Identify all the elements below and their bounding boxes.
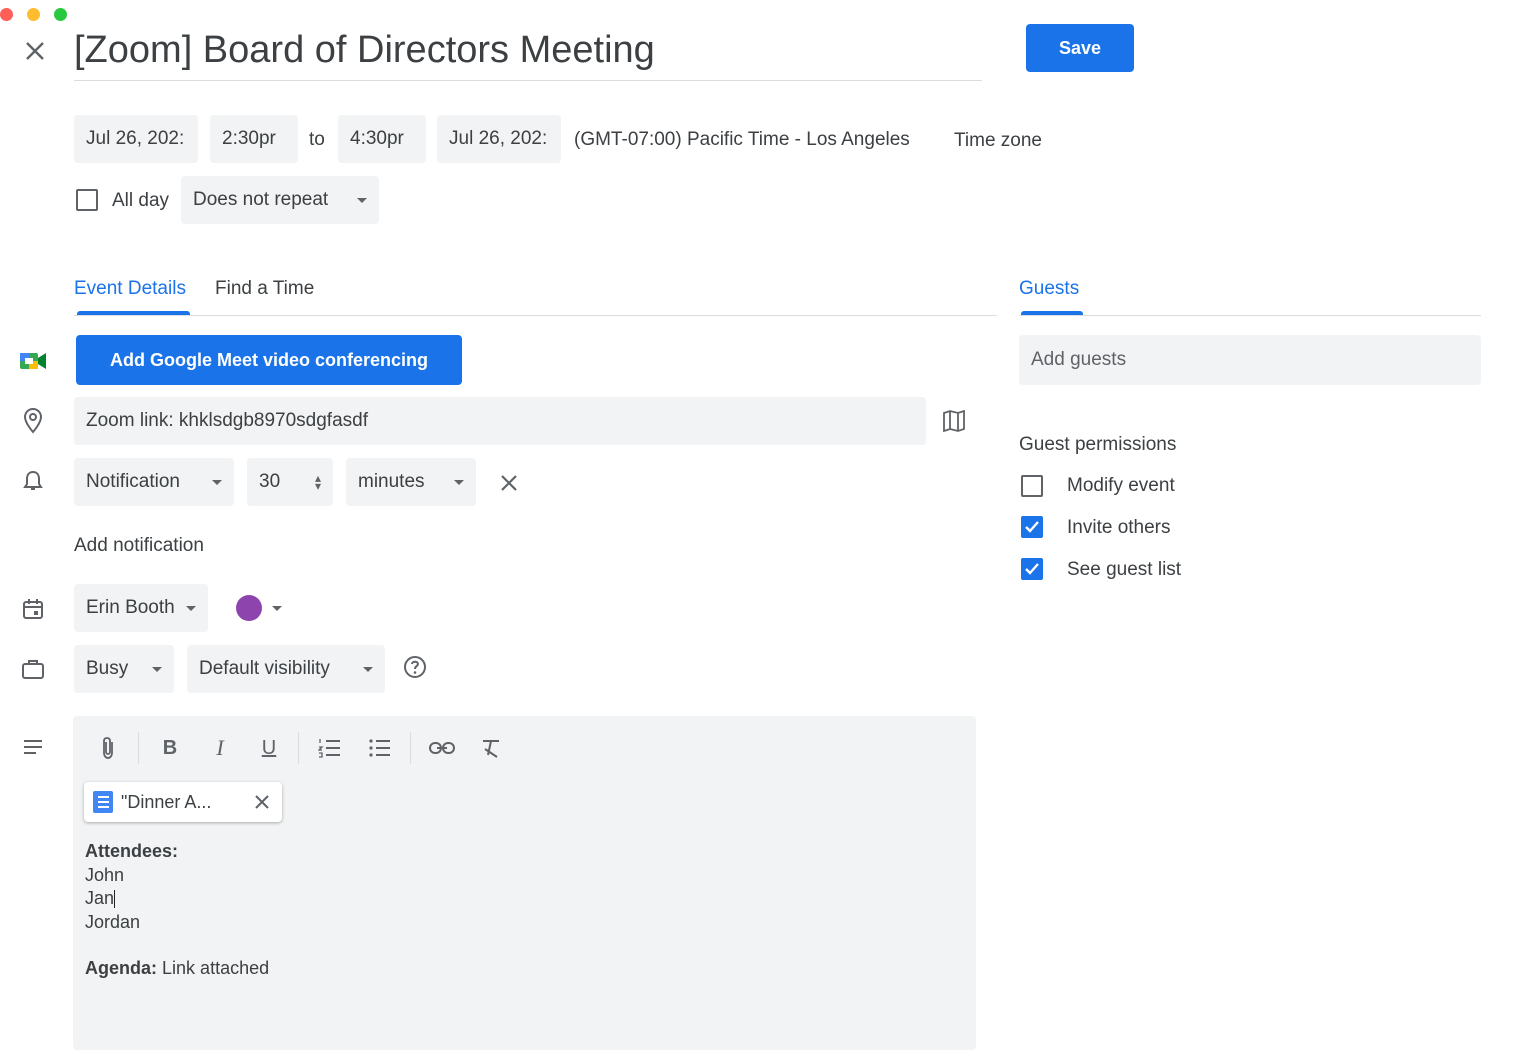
see-guest-list-checkbox[interactable] <box>1021 558 1043 580</box>
event-title: [Zoom] Board of Directors Meeting <box>74 29 655 71</box>
calendar-icon <box>18 594 48 624</box>
notification-amount: 30 <box>259 471 281 492</box>
underline-icon[interactable]: U <box>253 732 285 764</box>
color-swatch <box>236 595 262 621</box>
attendee-name: Jan <box>85 888 115 908</box>
notification-unit: minutes <box>358 471 425 492</box>
modify-event-checkbox[interactable] <box>1021 475 1043 497</box>
repeat-select[interactable]: Does not repeat <box>181 176 379 224</box>
location-input[interactable]: Zoom link: khklsdgb8970sdgfasdf <box>74 397 926 445</box>
notification-amount-stepper[interactable]: 30 ▴ ▾ <box>247 458 333 506</box>
repeat-value: Does not repeat <box>193 189 329 210</box>
chevron-down-icon <box>454 479 464 485</box>
google-docs-icon <box>93 791 113 813</box>
window-close-dot[interactable] <box>0 8 13 21</box>
see-guest-list-label: See guest list <box>1067 559 1182 580</box>
numbered-list-icon[interactable] <box>314 732 346 764</box>
description-icon <box>18 733 48 761</box>
toolbar-separator <box>410 732 411 764</box>
remove-attachment-icon[interactable] <box>254 794 270 810</box>
tab-guests[interactable]: Guests <box>1019 278 1079 300</box>
timezone-text: (GMT-07:00) Pacific Time - Los Angeles <box>574 129 910 150</box>
end-date: Jul 26, 202: <box>449 128 548 149</box>
toolbar-separator <box>298 732 299 764</box>
map-icon[interactable] <box>940 408 968 434</box>
remove-notification-icon[interactable] <box>496 470 522 496</box>
description-text: Attendees: John Jan Jordan Agenda: Link … <box>85 841 270 978</box>
bold-icon[interactable]: B <box>154 732 186 764</box>
start-date: Jul 26, 202: <box>86 128 185 149</box>
start-date-field[interactable]: Jul 26, 202: <box>74 115 198 163</box>
all-day-label: All day <box>112 190 170 211</box>
tab-find-a-time[interactable]: Find a Time <box>215 278 314 300</box>
guests-divider <box>1019 315 1481 316</box>
invite-others-checkbox[interactable] <box>1021 516 1043 538</box>
start-time-field[interactable]: 2:30pr <box>210 115 298 163</box>
add-meet-button[interactable]: Add Google Meet video conferencing <box>76 335 462 385</box>
all-day-checkbox[interactable] <box>76 189 98 211</box>
toolbar-separator <box>138 732 139 764</box>
chevron-down-icon <box>186 605 196 611</box>
chevron-down-icon <box>272 605 282 611</box>
add-notification-link[interactable]: Add notification <box>74 535 204 557</box>
attendee-name: Jordan <box>85 911 141 932</box>
stepper-arrows-icon[interactable]: ▴ ▾ <box>315 472 321 492</box>
agenda-label: Agenda <box>85 958 152 978</box>
end-date-field[interactable]: Jul 26, 202: <box>437 115 561 163</box>
clear-formatting-icon[interactable] <box>475 732 507 764</box>
event-title-input[interactable]: [Zoom] Board of Directors Meeting <box>74 22 982 81</box>
attendee-name: John <box>85 864 125 885</box>
invite-others-label: Invite others <box>1067 517 1171 538</box>
event-color-picker[interactable] <box>236 594 288 622</box>
window-zoom-dot[interactable] <box>54 8 67 21</box>
notification-type-select[interactable]: Notification <box>74 458 234 506</box>
visibility-value: Default visibility <box>199 658 330 679</box>
chevron-down-icon <box>152 666 162 672</box>
end-time-field[interactable]: 4:30pr <box>338 115 426 163</box>
modify-event-label: Modify event <box>1067 475 1175 496</box>
busy-value: Busy <box>86 658 129 679</box>
notification-type: Notification <box>86 471 180 492</box>
guest-permissions-heading: Guest permissions <box>1019 434 1177 455</box>
text-cursor <box>114 890 116 909</box>
timezone-link[interactable]: Time zone <box>954 130 1042 152</box>
bulleted-list-icon[interactable] <box>364 732 396 764</box>
attachment-chip[interactable]: "Dinner A... <box>84 782 282 822</box>
agenda-value: Link attached <box>162 958 270 978</box>
attendees-label: Attendees <box>85 841 173 861</box>
calendar-owner: Erin Booth <box>86 597 175 618</box>
help-icon[interactable] <box>401 653 429 681</box>
google-meet-icon <box>18 346 48 376</box>
visibility-select[interactable]: Default visibility <box>187 645 385 693</box>
bell-icon <box>18 466 48 496</box>
to-label: to <box>309 129 325 150</box>
add-meet-label: Add Google Meet video conferencing <box>109 349 429 370</box>
notification-unit-select[interactable]: minutes <box>346 458 476 506</box>
add-guests-placeholder: Add guests <box>1031 349 1127 370</box>
chevron-down-icon <box>363 666 373 672</box>
attachment-name: "Dinner A... <box>121 791 212 812</box>
close-icon[interactable] <box>20 36 50 66</box>
add-guests-input[interactable]: Add guests <box>1019 335 1481 385</box>
window-minimize-dot[interactable] <box>27 8 40 21</box>
tabs-divider <box>74 315 997 316</box>
end-time: 4:30pr <box>350 128 404 149</box>
link-icon[interactable] <box>426 732 458 764</box>
start-time: 2:30pr <box>222 128 276 149</box>
briefcase-icon <box>18 654 48 684</box>
save-button[interactable]: Save <box>1026 24 1134 72</box>
tab-event-details[interactable]: Event Details <box>74 278 186 300</box>
calendar-owner-select[interactable]: Erin Booth <box>74 584 208 632</box>
location-pin-icon <box>18 405 48 437</box>
chevron-down-icon <box>357 197 367 203</box>
italic-icon[interactable]: I <box>204 732 236 764</box>
location-value: Zoom link: khklsdgb8970sdgfasdf <box>86 410 368 431</box>
chevron-down-icon <box>212 479 222 485</box>
attach-icon[interactable] <box>92 732 124 764</box>
busy-select[interactable]: Busy <box>74 645 174 693</box>
save-label: Save <box>1058 37 1102 58</box>
